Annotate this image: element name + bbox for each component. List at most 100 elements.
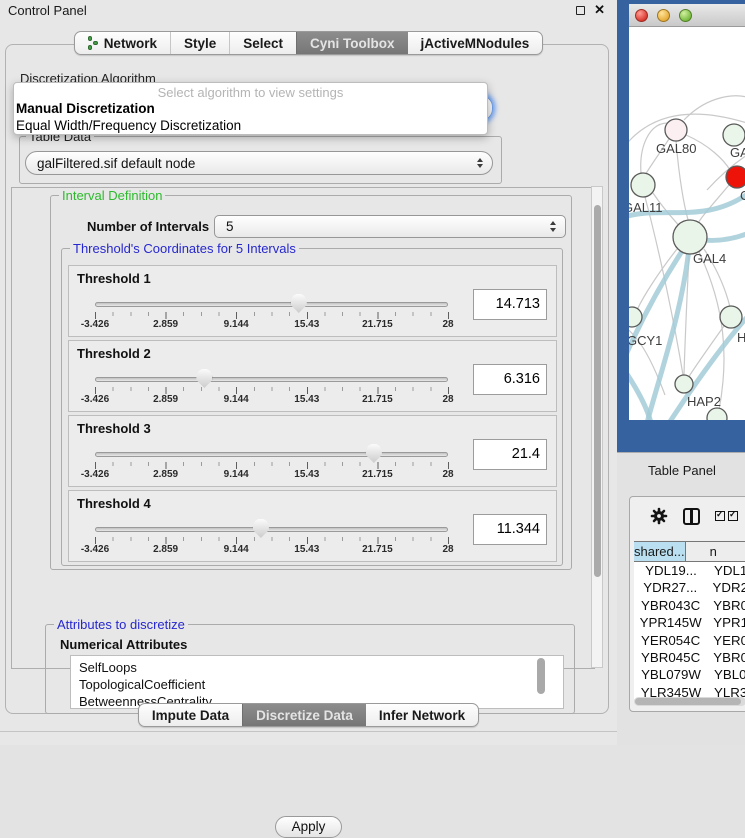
cell-name[interactable]: YBR0 xyxy=(707,597,745,614)
dropdown-option-equal-width[interactable]: Equal Width/Frequency Discretization xyxy=(14,117,487,134)
column-header-shared-name[interactable]: shared... xyxy=(634,542,686,561)
interval-definition-group: Interval Definition Number of Intervals … xyxy=(50,195,572,570)
tab-discretize-data[interactable]: Discretize Data xyxy=(242,704,366,726)
slider-thumb[interactable] xyxy=(291,294,307,313)
network-node-hap2[interactable] xyxy=(675,375,693,393)
slider-track[interactable] xyxy=(95,302,448,307)
checkbox-filter-icons[interactable] xyxy=(715,511,738,521)
network-canvas[interactable]: GAL80GACGAL11GAL4GCY1HHAP2 xyxy=(629,27,745,420)
network-node[interactable] xyxy=(707,408,727,420)
network-svg[interactable]: GAL80GACGAL11GAL4GCY1HHAP2 xyxy=(629,27,745,420)
cell-shared-name[interactable]: YBR045C xyxy=(634,649,707,666)
table-row[interactable]: YPR145WYPR1 xyxy=(634,614,745,631)
attribute-list-item[interactable]: SelfLoops xyxy=(79,659,563,676)
cell-name[interactable]: YPR1 xyxy=(707,614,745,631)
tab-jactivemnodules[interactable]: jActiveMNodules xyxy=(408,32,543,54)
table-horizontal-scrollbar[interactable] xyxy=(634,697,745,706)
table-row[interactable]: YDL19...YDL1 xyxy=(634,562,745,579)
threshold-4-slider[interactable]: -3.4262.8599.14415.4321.71528 xyxy=(95,491,448,563)
cell-shared-name[interactable]: YBR043C xyxy=(634,597,707,614)
cell-name[interactable]: YDL1 xyxy=(708,562,745,579)
node-label: H xyxy=(737,330,745,345)
node-label: GAL80 xyxy=(656,141,696,156)
threshold-3-slider[interactable]: -3.4262.8599.14415.4321.71528 xyxy=(95,416,448,488)
cell-name[interactable]: YBL0 xyxy=(708,666,745,683)
node-label: GCY1 xyxy=(629,333,662,348)
table-row[interactable]: YDR27...YDR2 xyxy=(634,579,745,596)
column-header-name[interactable]: n xyxy=(686,542,745,561)
tab-impute-data[interactable]: Impute Data xyxy=(139,704,242,726)
slider-track[interactable] xyxy=(95,452,448,457)
checkbox-icon[interactable] xyxy=(715,511,725,521)
cell-shared-name[interactable]: YER054C xyxy=(634,632,707,649)
threshold-1-slider[interactable]: -3.4262.8599.14415.4321.71528 xyxy=(95,266,448,338)
number-of-intervals-combo[interactable]: 5 xyxy=(214,215,566,238)
control-panel: Control Panel ✕ NetworkStyleSelectCyni T… xyxy=(0,0,617,745)
cell-shared-name[interactable]: YDL19... xyxy=(634,562,708,579)
gear-icon[interactable] xyxy=(650,507,668,525)
column-layout-icon[interactable] xyxy=(683,508,700,525)
cell-name[interactable]: YDR2 xyxy=(707,579,745,596)
tab-select[interactable]: Select xyxy=(229,32,296,54)
network-node-gal80[interactable] xyxy=(665,119,687,141)
slider-track[interactable] xyxy=(95,527,448,532)
checkbox-icon[interactable] xyxy=(728,511,738,521)
minimize-traffic-light-icon[interactable] xyxy=(657,9,670,22)
panel-scrollbar[interactable] xyxy=(591,186,603,668)
cell-shared-name[interactable]: YPR145W xyxy=(634,614,707,631)
apply-button[interactable]: Apply xyxy=(275,816,342,838)
cell-name[interactable]: YBR0 xyxy=(707,649,745,666)
network-node-ga[interactable] xyxy=(723,124,745,146)
tab-cyni-toolbox[interactable]: Cyni Toolbox xyxy=(296,32,408,54)
network-icon xyxy=(88,36,99,50)
float-window-icon[interactable] xyxy=(576,6,585,15)
cell-shared-name[interactable]: YDR27... xyxy=(634,579,707,596)
close-traffic-light-icon[interactable] xyxy=(635,9,648,22)
tick-label: 28 xyxy=(442,319,453,330)
scrollbar-thumb[interactable] xyxy=(594,205,601,577)
table-row[interactable]: YBR045CYBR0 xyxy=(634,649,745,666)
table-row[interactable]: YER054CYER0 xyxy=(634,632,745,649)
threshold-1-value[interactable]: 14.713 xyxy=(473,289,547,320)
numerical-attributes-list[interactable]: SelfLoopsTopologicalCoefficientBetweenne… xyxy=(70,655,564,709)
slider-thumb[interactable] xyxy=(196,369,212,388)
tab-label: Style xyxy=(184,36,216,51)
threshold-3-value[interactable]: 21.4 xyxy=(473,439,547,470)
slider-thumb[interactable] xyxy=(366,444,382,463)
tab-infer-network[interactable]: Infer Network xyxy=(366,704,478,726)
tick-label: 15.43 xyxy=(294,394,319,405)
threshold-4-value[interactable]: 11.344 xyxy=(473,514,547,545)
network-node-h[interactable] xyxy=(720,306,742,328)
tab-network[interactable]: Network xyxy=(75,32,170,54)
slider-thumb[interactable] xyxy=(253,519,269,538)
number-of-intervals-label: Number of Intervals xyxy=(87,219,209,234)
zoom-traffic-light-icon[interactable] xyxy=(679,9,692,22)
table-data-combo[interactable]: galFiltered.sif default node xyxy=(25,151,493,175)
threshold-2-value[interactable]: 6.316 xyxy=(473,364,547,395)
cell-name[interactable]: YER0 xyxy=(707,632,745,649)
slider-tick-labels: -3.4262.8599.14415.4321.71528 xyxy=(95,469,448,481)
network-node-c[interactable] xyxy=(726,166,745,188)
slider-track[interactable] xyxy=(95,377,448,382)
attributes-group: Attributes to discretize Numerical Attri… xyxy=(45,624,575,714)
table-row[interactable]: YBR043CYBR0 xyxy=(634,597,745,614)
network-node-gal11[interactable] xyxy=(631,173,655,197)
list-scrollbar[interactable] xyxy=(537,658,545,694)
panel-bottom-divider xyxy=(0,731,617,732)
network-node-gal4[interactable] xyxy=(673,220,707,254)
table-row[interactable]: YBL079WYBL0 xyxy=(634,666,745,683)
algorithm-dropdown-popup: Select algorithm to view settings Manual… xyxy=(13,82,488,135)
tab-label: jActiveMNodules xyxy=(421,36,530,51)
close-icon[interactable]: ✕ xyxy=(594,2,605,18)
top-tab-group: Network Style SelectCyni Toolbox jActiveMNo… xyxy=(74,31,544,55)
network-window-titlebar[interactable] xyxy=(629,4,745,27)
threshold-2-slider[interactable]: -3.4262.8599.14415.4321.71528 xyxy=(95,341,448,413)
cell-shared-name[interactable]: YBL079W xyxy=(634,666,708,683)
attribute-list-item[interactable]: TopologicalCoefficient xyxy=(79,676,563,693)
tab-style[interactable]: Style xyxy=(170,32,229,54)
threshold-1-panel: Threshold 1 -3.4262.8599.14415.4321.7152… xyxy=(68,265,557,337)
scrollbar-thumb[interactable] xyxy=(635,698,741,705)
table-rows: YDL19...YDL1YDR27...YDR2YBR043CYBR0YPR14… xyxy=(634,562,745,699)
dropdown-option-manual[interactable]: Manual Discretization xyxy=(14,100,487,117)
thresholds-group-label: Threshold's Coordinates for 5 Intervals xyxy=(70,242,299,255)
